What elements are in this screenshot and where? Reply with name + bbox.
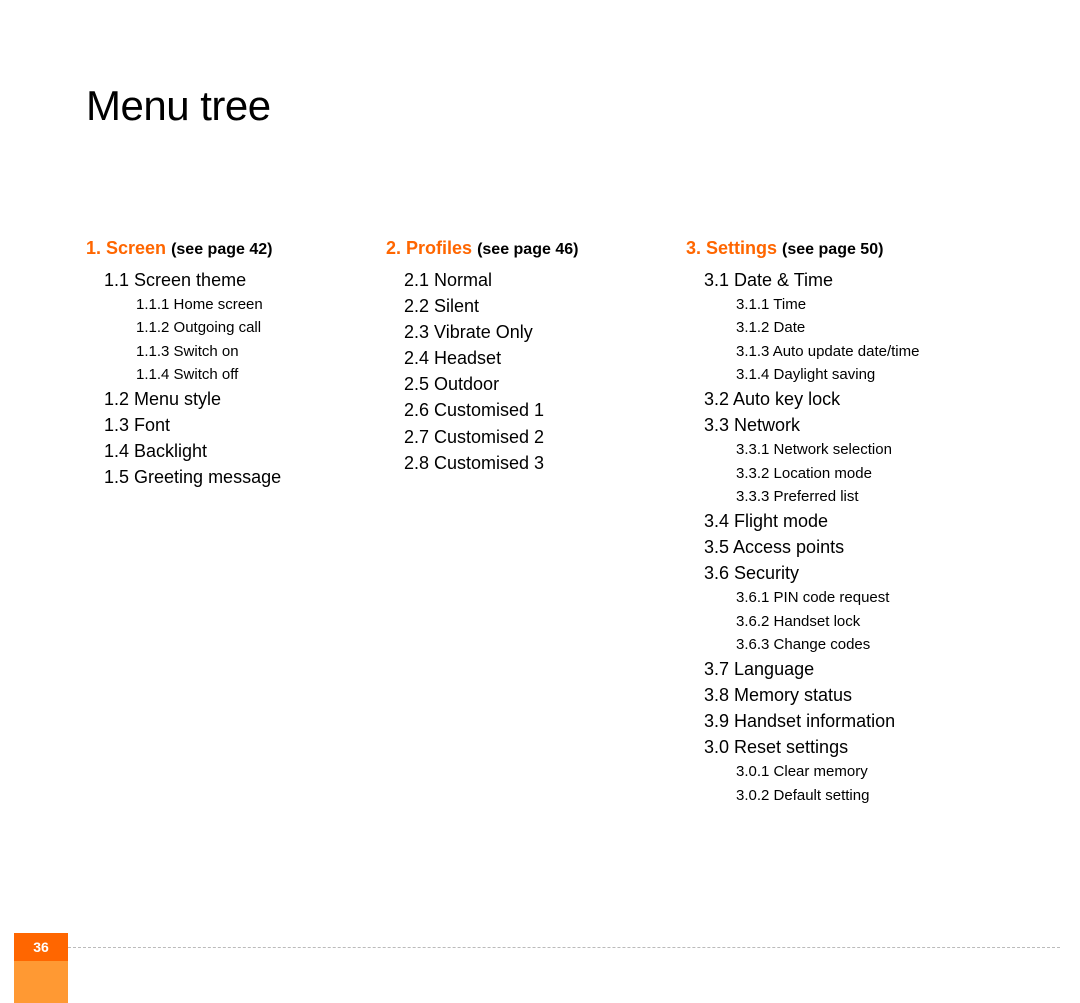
- menu-item: 3.1.2 Date: [686, 316, 1016, 339]
- page-title: Menu tree: [86, 82, 271, 130]
- menu-item: 2.8 Customised 3: [386, 450, 686, 476]
- menu-item: 3.0.2 Default setting: [686, 784, 1016, 807]
- menu-item: 3.3.1 Network selection: [686, 438, 1016, 461]
- menu-item: 2.6 Customised 1: [386, 397, 686, 423]
- menu-item: 3.1 Date & Time: [686, 267, 1016, 293]
- page-footer: 36: [0, 933, 1080, 961]
- footer-dashed-line: [68, 947, 1060, 948]
- menu-item: 1.4 Backlight: [86, 438, 386, 464]
- section-page-ref: (see page 50): [782, 241, 883, 258]
- page-number: 36: [14, 933, 68, 961]
- menu-item: 3.0 Reset settings: [686, 734, 1016, 760]
- menu-item: 3.1.1 Time: [686, 293, 1016, 316]
- menu-item: 3.7 Language: [686, 656, 1016, 682]
- menu-item: 3.1.3 Auto update date/time: [686, 340, 1016, 363]
- menu-item: 1.1.2 Outgoing call: [86, 316, 386, 339]
- section-page-ref: (see page 46): [477, 241, 578, 258]
- section-items-profiles: 2.1 Normal2.2 Silent2.3 Vibrate Only2.4 …: [386, 267, 686, 476]
- menu-item: 3.2 Auto key lock: [686, 386, 1016, 412]
- column-profiles: 2. Profiles (see page 46) 2.1 Normal2.2 …: [386, 238, 686, 807]
- menu-item: 2.2 Silent: [386, 293, 686, 319]
- menu-item: 2.7 Customised 2: [386, 424, 686, 450]
- menu-item: 1.3 Font: [86, 412, 386, 438]
- section-header-screen: 1. Screen (see page 42): [86, 238, 386, 259]
- menu-item: 2.4 Headset: [386, 345, 686, 371]
- menu-item: 1.1 Screen theme: [86, 267, 386, 293]
- menu-item: 3.4 Flight mode: [686, 508, 1016, 534]
- menu-item: 1.5 Greeting message: [86, 464, 386, 490]
- menu-item: 3.3.2 Location mode: [686, 462, 1016, 485]
- menu-item: 1.1.4 Switch off: [86, 363, 386, 386]
- menu-item: 3.6.3 Change codes: [686, 633, 1016, 656]
- section-title: 2. Profiles: [386, 238, 472, 258]
- menu-item: 2.1 Normal: [386, 267, 686, 293]
- menu-item: 3.6.1 PIN code request: [686, 586, 1016, 609]
- menu-item: 3.0.1 Clear memory: [686, 760, 1016, 783]
- section-page-ref: (see page 42): [171, 241, 272, 258]
- menu-item: 1.2 Menu style: [86, 386, 386, 412]
- menu-item: 3.9 Handset information: [686, 708, 1016, 734]
- menu-item: 3.6 Security: [686, 560, 1016, 586]
- section-title: 3. Settings: [686, 238, 777, 258]
- menu-item: 1.1.1 Home screen: [86, 293, 386, 316]
- menu-item: 2.3 Vibrate Only: [386, 319, 686, 345]
- section-title: 1. Screen: [86, 238, 166, 258]
- menu-item: 1.1.3 Switch on: [86, 340, 386, 363]
- section-header-profiles: 2. Profiles (see page 46): [386, 238, 686, 259]
- column-screen: 1. Screen (see page 42) 1.1 Screen theme…: [86, 238, 386, 807]
- menu-columns: 1. Screen (see page 42) 1.1 Screen theme…: [86, 238, 1016, 807]
- menu-item: 3.6.2 Handset lock: [686, 610, 1016, 633]
- menu-item: 3.8 Memory status: [686, 682, 1016, 708]
- section-items-screen: 1.1 Screen theme1.1.1 Home screen1.1.2 O…: [86, 267, 386, 490]
- column-settings: 3. Settings (see page 50) 3.1 Date & Tim…: [686, 238, 1016, 807]
- menu-item: 3.3.3 Preferred list: [686, 485, 1016, 508]
- menu-item: 3.5 Access points: [686, 534, 1016, 560]
- section-header-settings: 3. Settings (see page 50): [686, 238, 1016, 259]
- menu-item: 2.5 Outdoor: [386, 371, 686, 397]
- menu-item: 3.1.4 Daylight saving: [686, 363, 1016, 386]
- orange-tab: [14, 961, 68, 1003]
- menu-item: 3.3 Network: [686, 412, 1016, 438]
- section-items-settings: 3.1 Date & Time3.1.1 Time3.1.2 Date3.1.3…: [686, 267, 1016, 807]
